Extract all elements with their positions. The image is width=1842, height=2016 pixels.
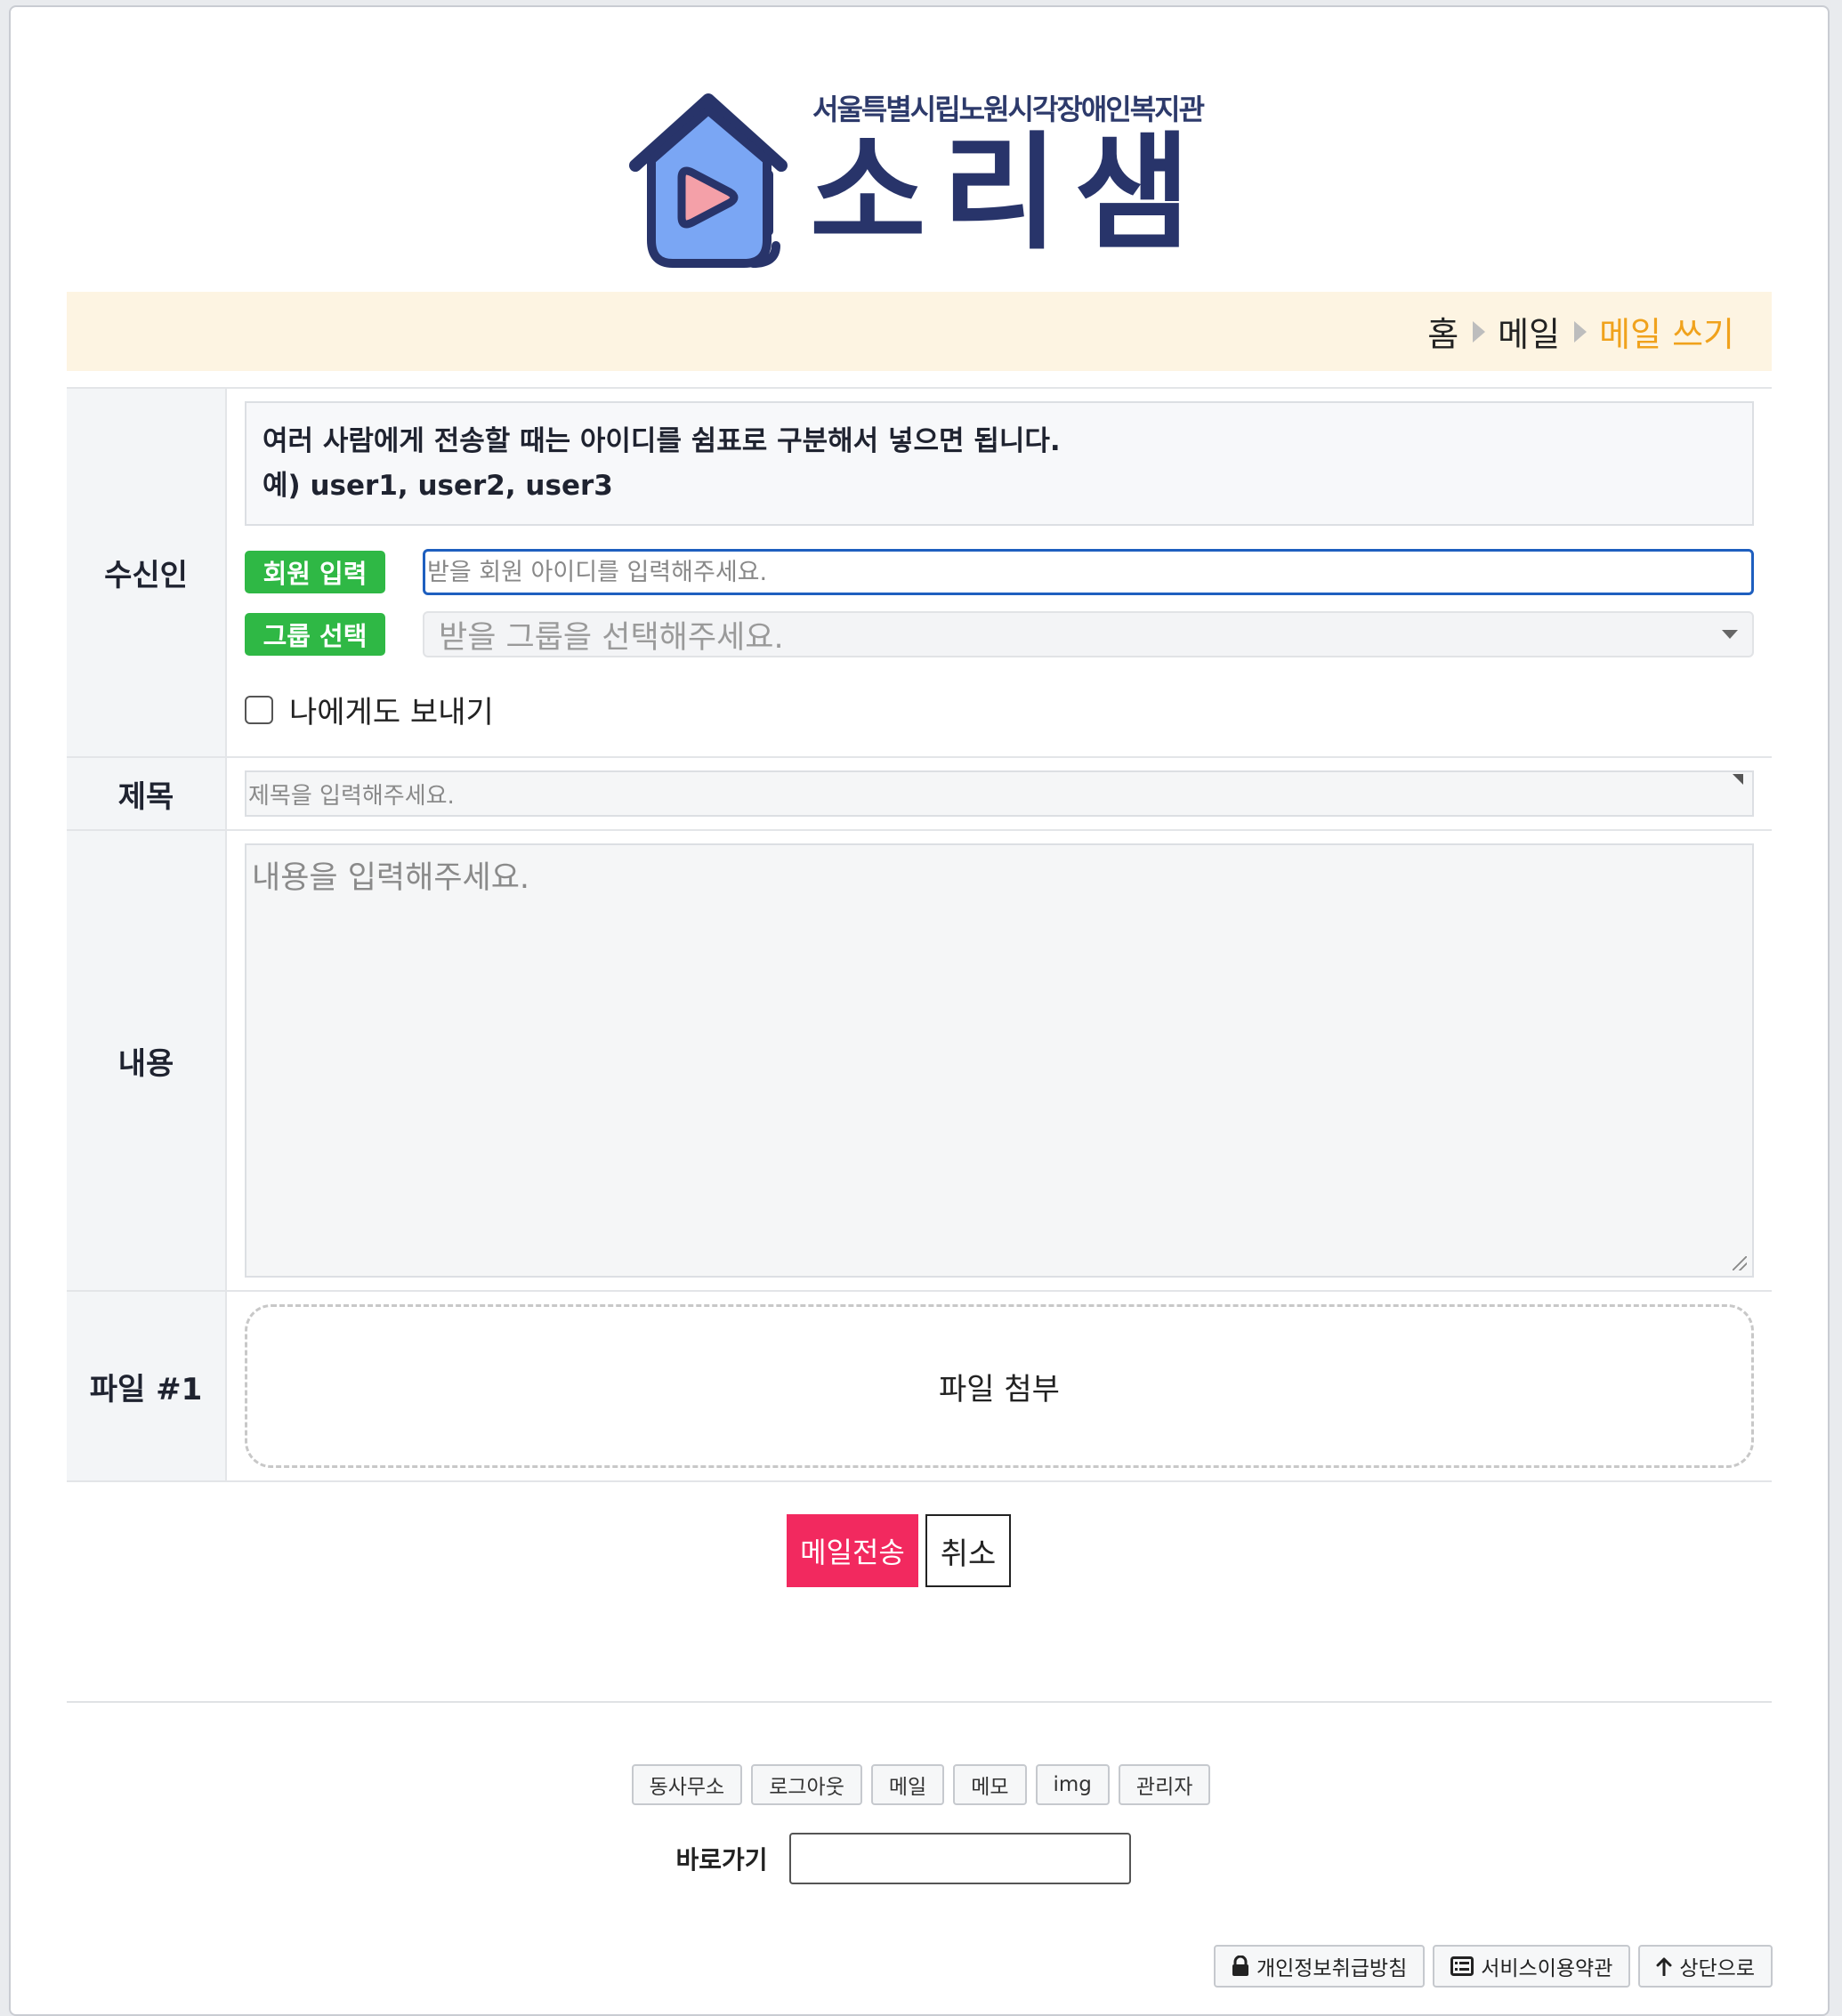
content-label: 내용 xyxy=(67,831,227,1290)
bottom-links: 개인정보취급방침 서비스이용약관 상단으로 xyxy=(1213,1945,1773,1988)
breadcrumb-home[interactable]: 홈 xyxy=(1427,307,1458,356)
breadcrumb: 홈 메일 메일 쓰기 xyxy=(67,292,1772,371)
notice-line-1: 여러 사람에게 전송할 때는 아이디를 쉼표로 구분해서 넣으면 됩니다. xyxy=(263,425,1061,457)
subject-label: 제목 xyxy=(67,758,227,829)
footer-link-community-center[interactable]: 동사무소 xyxy=(631,1764,743,1805)
group-select-placeholder: 받을 그룹을 선택해주세요. xyxy=(439,619,784,656)
group-select[interactable]: 받을 그룹을 선택해주세요. xyxy=(423,611,1754,657)
lock-icon xyxy=(1232,1956,1248,1976)
footer-link-memo[interactable]: 메모 xyxy=(953,1764,1027,1805)
back-to-top-label: 상단으로 xyxy=(1679,1957,1755,1980)
notice-line-2: 예) user1, user2, user3 xyxy=(263,470,613,502)
footer-link-mail[interactable]: 메일 xyxy=(870,1764,945,1805)
breadcrumb-separator-icon xyxy=(1473,320,1486,343)
cancel-button[interactable]: 취소 xyxy=(925,1514,1011,1587)
arrow-up-icon xyxy=(1656,1957,1672,1976)
footer-links: 동사무소 로그아웃 메일 메모 img 관리자 xyxy=(11,1764,1828,1805)
form-actions: 메일전송 취소 xyxy=(11,1514,1828,1587)
send-to-self-label: 나에게도 보내기 xyxy=(289,695,494,730)
subject-placeholder: 제목을 입력해주세요. xyxy=(248,782,455,810)
goto-shortcut: 바로가기 xyxy=(11,1833,1828,1884)
file-label: 파일 #1 xyxy=(67,1292,227,1480)
content-field: 내용을 입력해주세요. xyxy=(227,831,1772,1290)
privacy-policy-label: 개인정보취급방침 xyxy=(1256,1957,1408,1980)
page-frame: 서울특별시립노원시각장애인복지관 소리샘 홈 메일 메일 쓰기 수신인 여러 사… xyxy=(9,5,1830,2016)
terms-of-service-label: 서비스이용약관 xyxy=(1481,1957,1613,1980)
recipient-notice: 여러 사람에게 전송할 때는 아이디를 쉼표로 구분해서 넣으면 됩니다. 예)… xyxy=(245,401,1754,526)
member-id-input[interactable] xyxy=(423,549,1754,595)
subject-input[interactable]: 제목을 입력해주세요. xyxy=(245,770,1754,817)
recipient-fields: 여러 사람에게 전송할 때는 아이디를 쉼표로 구분해서 넣으면 됩니다. 예)… xyxy=(227,389,1772,756)
content-placeholder: 내용을 입력해주세요. xyxy=(252,860,530,896)
footer-link-admin[interactable]: 관리자 xyxy=(1118,1764,1211,1805)
privacy-policy-button[interactable]: 개인정보취급방침 xyxy=(1213,1945,1426,1988)
breadcrumb-current: 메일 쓰기 xyxy=(1599,315,1734,354)
list-icon xyxy=(1450,1956,1474,1976)
footer-link-logout[interactable]: 로그아웃 xyxy=(751,1764,862,1805)
chevron-down-icon xyxy=(1722,630,1738,639)
content-row: 내용 내용을 입력해주세요. xyxy=(67,831,1772,1292)
file-row: 파일 #1 파일 첨부 xyxy=(67,1292,1772,1482)
terms-of-service-button[interactable]: 서비스이용약관 xyxy=(1433,1945,1631,1988)
send-mail-button[interactable]: 메일전송 xyxy=(787,1514,918,1587)
breadcrumb-mail[interactable]: 메일 xyxy=(1498,307,1560,356)
content-textarea[interactable]: 내용을 입력해주세요. xyxy=(245,843,1754,1278)
footer-divider xyxy=(67,1701,1772,1703)
group-select-line: 그룹 선택 받을 그룹을 선택해주세요. xyxy=(245,611,1754,657)
member-input-line: 회원 입력 xyxy=(245,549,1754,595)
back-to-top-button[interactable]: 상단으로 xyxy=(1638,1945,1773,1988)
file-field: 파일 첨부 xyxy=(227,1292,1772,1480)
subject-field: 제목을 입력해주세요. xyxy=(227,758,1772,829)
recipient-row: 수신인 여러 사람에게 전송할 때는 아이디를 쉼표로 구분해서 넣으면 됩니다… xyxy=(67,389,1772,758)
house-play-logo-icon xyxy=(629,93,788,268)
resize-grip-icon[interactable] xyxy=(1733,1256,1747,1270)
footer-link-img[interactable]: img xyxy=(1035,1764,1110,1805)
send-to-self-checkbox[interactable] xyxy=(245,695,273,724)
goto-label: 바로가기 xyxy=(675,1845,768,1875)
recipient-label: 수신인 xyxy=(67,389,227,756)
group-select-button[interactable]: 그룹 선택 xyxy=(245,613,385,656)
site-logo[interactable]: 서울특별시립노원시각장애인복지관 소리샘 xyxy=(619,80,1224,276)
file-attach-dropzone[interactable]: 파일 첨부 xyxy=(245,1304,1754,1468)
logo-title: 소리샘 xyxy=(810,120,1207,267)
goto-select[interactable] xyxy=(788,1833,1131,1884)
send-to-self-option[interactable]: 나에게도 보내기 xyxy=(245,688,1754,731)
member-input-button[interactable]: 회원 입력 xyxy=(245,551,385,593)
subject-row: 제목 제목을 입력해주세요. xyxy=(67,758,1772,831)
corner-marker-icon xyxy=(1733,774,1743,785)
mail-write-form: 수신인 여러 사람에게 전송할 때는 아이디를 쉼표로 구분해서 넣으면 됩니다… xyxy=(67,387,1772,1482)
breadcrumb-separator-icon xyxy=(1574,320,1588,343)
